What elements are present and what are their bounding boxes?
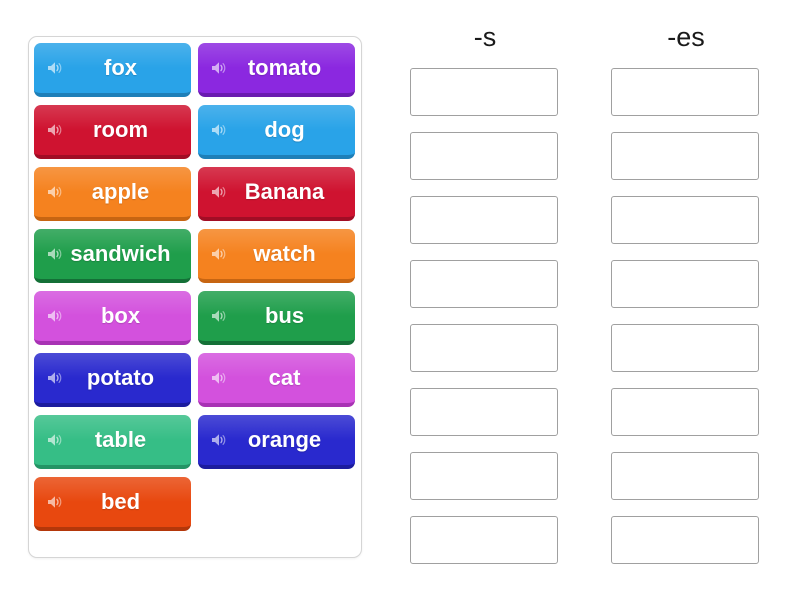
- speaker-icon[interactable]: [46, 494, 64, 510]
- speaker-icon[interactable]: [210, 184, 228, 200]
- word-tile[interactable]: cat: [198, 353, 355, 407]
- word-tile[interactable]: room: [34, 105, 191, 159]
- word-tile-label: apple: [91, 179, 150, 204]
- word-tile[interactable]: dog: [198, 105, 355, 159]
- word-tile[interactable]: sandwich: [34, 229, 191, 283]
- word-bank-panel: fox tomato room dog apple Banana sandwich watch…: [28, 36, 362, 558]
- speaker-icon[interactable]: [46, 370, 64, 386]
- drop-slot[interactable]: [410, 132, 558, 180]
- word-tile-grid: fox tomato room dog apple Banana sandwich watch…: [34, 43, 356, 531]
- drop-slot[interactable]: [611, 324, 759, 372]
- word-tile[interactable]: orange: [198, 415, 355, 469]
- word-tile[interactable]: bus: [198, 291, 355, 345]
- speaker-icon[interactable]: [210, 60, 228, 76]
- drop-slot[interactable]: [611, 388, 759, 436]
- speaker-icon[interactable]: [46, 432, 64, 448]
- drop-area: -s -es: [400, 24, 780, 576]
- word-tile-label: dog: [264, 117, 305, 142]
- word-tile[interactable]: box: [34, 291, 191, 345]
- word-tile-label: watch: [253, 241, 316, 266]
- word-tile-label: fox: [104, 55, 137, 80]
- drop-slot[interactable]: [410, 260, 558, 308]
- drop-slot-list: [410, 68, 560, 564]
- drop-column-header: -es: [667, 22, 705, 52]
- word-tile-label: bed: [100, 489, 141, 514]
- word-tile[interactable]: tomato: [198, 43, 355, 97]
- word-tile[interactable]: watch: [198, 229, 355, 283]
- drop-slot[interactable]: [611, 196, 759, 244]
- drop-slot[interactable]: [410, 196, 558, 244]
- word-tile-label: potato: [86, 365, 155, 390]
- word-tile-label: room: [93, 117, 148, 142]
- drop-slot[interactable]: [410, 324, 558, 372]
- drop-slot[interactable]: [611, 516, 759, 564]
- word-tile-label: cat: [268, 365, 301, 390]
- word-tile-label: box: [100, 303, 141, 328]
- drop-slot-list: [611, 68, 761, 564]
- drop-slot[interactable]: [410, 68, 558, 116]
- drop-slot[interactable]: [611, 260, 759, 308]
- word-tile[interactable]: table: [34, 415, 191, 469]
- word-tile-label: sandwich: [70, 241, 171, 266]
- drop-slot[interactable]: [611, 452, 759, 500]
- drop-column-es: -es: [611, 24, 761, 580]
- word-tile[interactable]: potato: [34, 353, 191, 407]
- speaker-icon[interactable]: [210, 122, 228, 138]
- speaker-icon[interactable]: [210, 246, 228, 262]
- speaker-icon[interactable]: [46, 122, 64, 138]
- drop-slot[interactable]: [410, 516, 558, 564]
- speaker-icon[interactable]: [210, 308, 228, 324]
- drop-column-s: -s: [410, 24, 560, 580]
- speaker-icon[interactable]: [46, 184, 64, 200]
- word-tile[interactable]: Banana: [198, 167, 355, 221]
- word-tile-label: tomato: [247, 55, 322, 80]
- word-tile[interactable]: apple: [34, 167, 191, 221]
- speaker-icon[interactable]: [46, 60, 64, 76]
- drop-column-header: -s: [473, 22, 497, 52]
- word-tile-label: table: [94, 427, 147, 452]
- word-tile-label: Banana: [244, 179, 325, 204]
- drop-slot[interactable]: [611, 132, 759, 180]
- speaker-icon[interactable]: [210, 370, 228, 386]
- word-tile[interactable]: fox: [34, 43, 191, 97]
- speaker-icon[interactable]: [46, 308, 64, 324]
- drop-slot[interactable]: [410, 388, 558, 436]
- speaker-icon[interactable]: [210, 432, 228, 448]
- drop-slot[interactable]: [410, 452, 558, 500]
- word-tile-label: orange: [247, 427, 322, 452]
- drop-slot[interactable]: [611, 68, 759, 116]
- word-tile-label: bus: [264, 303, 305, 328]
- word-tile[interactable]: bed: [34, 477, 191, 531]
